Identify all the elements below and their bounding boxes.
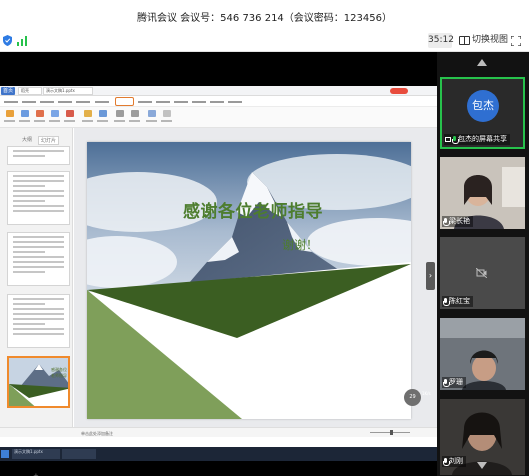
participant-label: 梁长艳: [442, 216, 473, 227]
menu-item[interactable]: [192, 98, 206, 105]
menu-item[interactable]: [156, 98, 170, 105]
collapse-panel-button[interactable]: ›: [426, 262, 435, 290]
slide-number: 12: [8, 295, 9, 301]
menu-item[interactable]: [22, 98, 36, 105]
menu-item-active[interactable]: [115, 97, 134, 106]
notes-hint[interactable]: 单击此处添加备注: [81, 431, 113, 437]
taskbar-app-label: 演示文稿1.pptx: [14, 449, 43, 454]
microphone-icon: [443, 378, 450, 387]
ribbon-button[interactable]: [19, 110, 30, 125]
wps-status-bar: 单击此处添加备注: [0, 427, 437, 437]
ribbon-button[interactable]: [64, 110, 75, 125]
ribbon-button[interactable]: [129, 110, 140, 125]
slide-thumbnail-selected[interactable]: 13 感谢各位老师指导: [7, 356, 70, 408]
menu-item[interactable]: [4, 98, 18, 105]
wps-tab-document[interactable]: 演示文稿1.pptx: [43, 87, 93, 95]
zoom-slider-knob[interactable]: [390, 430, 393, 435]
menu-item[interactable]: [210, 98, 224, 105]
switch-view-label: 切换视图: [472, 35, 509, 45]
shield-icon[interactable]: [3, 35, 12, 46]
slides-tab[interactable]: 幻灯片: [38, 136, 60, 145]
avatar: 包杰: [467, 90, 499, 122]
wps-login-button[interactable]: [390, 88, 408, 94]
participant-name: 罗珊: [449, 378, 463, 386]
ribbon-button[interactable]: [34, 110, 45, 125]
grid-view-icon: [459, 36, 470, 45]
network-signal-icon[interactable]: [17, 36, 27, 46]
menu-item[interactable]: [76, 98, 90, 105]
ribbon-button[interactable]: [97, 110, 108, 125]
slide-title: 感谢各位老师指导: [183, 202, 323, 222]
participant-name: 刘刚: [449, 457, 463, 465]
slide-number: 10: [8, 172, 9, 178]
fullscreen-icon[interactable]: [511, 36, 521, 46]
network-speed-text: 1K/s: [422, 391, 431, 396]
slide-subtitle: 谢谢！: [282, 238, 319, 252]
camera-off-icon: [476, 268, 487, 278]
wps-tab-docer[interactable]: 稻壳: [18, 87, 42, 95]
slide-thumbnail[interactable]: [7, 146, 70, 165]
meeting-timer: 35:12: [428, 33, 454, 48]
menu-item[interactable]: [138, 98, 152, 105]
participant-tile[interactable]: 罗珊: [440, 318, 525, 390]
participant-tile[interactable]: 梁长艳: [440, 157, 525, 229]
participant-label: 包杰的屏幕共享: [444, 134, 510, 145]
ribbon-button[interactable]: [114, 110, 125, 125]
slide-thumbnail[interactable]: 12: [7, 294, 70, 348]
slide-thumbnail[interactable]: 10: [7, 171, 70, 225]
slide-number: 11: [8, 233, 9, 239]
windows-start-icon[interactable]: [1, 450, 9, 458]
meeting-info: 腾讯会议 会议号：546 736 214（会议密码：123456）: [137, 13, 392, 24]
add-slide-button[interactable]: +: [33, 472, 39, 476]
participant-name: 陈红宝: [449, 297, 470, 305]
microphone-icon: [443, 297, 450, 306]
current-slide: [87, 142, 411, 419]
microphone-icon: [452, 135, 459, 144]
slide-mountain-image: [87, 142, 411, 419]
participant-label: 陈红宝: [442, 296, 473, 307]
microphone-icon: [443, 217, 450, 226]
meeting-top-bar: 腾讯会议 会议号：546 736 214（会议密码：123456） 35:12 …: [0, 0, 529, 52]
ribbon-button[interactable]: [49, 110, 60, 125]
menu-item[interactable]: [95, 98, 109, 105]
microphone-icon: [443, 457, 450, 466]
thumbnail-caption: 感谢各位老师指导: [51, 367, 67, 378]
wps-title-bar: 首页 稻壳 演示文稿1.pptx: [0, 86, 437, 96]
menu-item[interactable]: [228, 98, 242, 105]
participant-name: 梁长艳: [449, 217, 470, 225]
slide-thumbnail[interactable]: 11: [7, 232, 70, 286]
taskbar-app[interactable]: [62, 449, 96, 459]
ribbon-button[interactable]: [4, 110, 15, 125]
wps-menu-bar: [0, 96, 437, 107]
participant-label: 刘刚: [442, 456, 466, 467]
participant-name: 包杰的屏幕共享: [458, 135, 507, 143]
ribbon-button[interactable]: [82, 110, 93, 125]
wps-home-tab[interactable]: 首页: [1, 87, 15, 95]
screen-share-icon: [445, 137, 451, 142]
outline-tab[interactable]: 大纲: [22, 136, 32, 143]
ribbon-button[interactable]: [146, 110, 157, 125]
ribbon-button[interactable]: [161, 110, 172, 125]
mountain-thumbnail-image: [9, 358, 68, 406]
participant-label: 罗珊: [442, 377, 466, 388]
scroll-down-icon[interactable]: [477, 462, 487, 469]
menu-item[interactable]: [40, 98, 54, 105]
scroll-up-icon[interactable]: [477, 59, 487, 66]
network-speed-badge: 29: [404, 389, 421, 406]
menu-item[interactable]: [174, 98, 188, 105]
windows-taskbar: 演示文稿1.pptx: [0, 447, 437, 461]
slide-number: 13: [9, 358, 10, 364]
slide-thumbnail-pane: 大纲 幻灯片 10 11 12 13 感谢各位老: [0, 128, 73, 476]
menu-item[interactable]: [58, 98, 72, 105]
switch-view-button[interactable]: 切换视图: [459, 33, 508, 48]
wps-ribbon: [0, 107, 437, 128]
